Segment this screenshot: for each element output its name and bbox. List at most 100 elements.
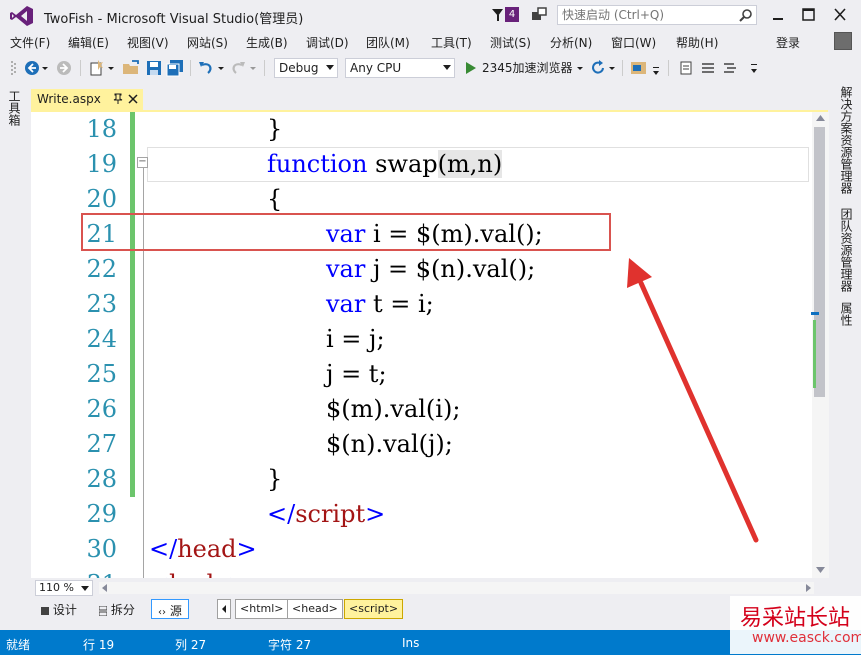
pin-icon[interactable] — [113, 93, 123, 105]
menu-team[interactable]: 团队(M) — [366, 34, 410, 51]
refresh-icon[interactable] — [590, 59, 606, 77]
run-target-dropdown-icon[interactable] — [577, 59, 583, 77]
menu-edit[interactable]: 编辑(E) — [68, 34, 109, 51]
redo-dropdown-icon[interactable] — [250, 59, 256, 77]
scroll-right-icon[interactable] — [805, 584, 812, 592]
open-file-icon[interactable] — [122, 59, 140, 77]
menu-debug[interactable]: 调试(D) — [306, 34, 349, 51]
visual-studio-logo-icon — [10, 6, 33, 26]
minimize-icon[interactable] — [766, 4, 790, 26]
line-number: 27 — [86, 430, 117, 458]
code-editor[interactable]: 18 19 20 21 22 23 24 25 26 27 28 29 30 3… — [31, 112, 812, 578]
redo-icon[interactable] — [230, 59, 246, 77]
line-number: 24 — [86, 325, 117, 353]
maximize-icon[interactable] — [796, 4, 820, 26]
line-number: 28 — [86, 465, 117, 493]
left-tool-window-strip — [0, 82, 29, 630]
properties-tab[interactable]: 属性 — [838, 302, 855, 326]
menu-website[interactable]: 网站(S) — [187, 34, 228, 51]
menu-file[interactable]: 文件(F) — [10, 34, 50, 51]
status-insert-mode: Ins — [402, 636, 420, 650]
notification-count-badge[interactable]: 4 — [505, 7, 519, 22]
uncomment-icon[interactable] — [722, 59, 738, 77]
line-number: 22 — [86, 255, 117, 283]
login-link[interactable]: 登录 — [776, 34, 800, 51]
code-bracket: </ — [149, 535, 178, 563]
back-icon[interactable] — [24, 59, 40, 77]
comment-icon[interactable] — [700, 59, 716, 77]
solution-explorer-tab[interactable]: 解决方案资源管理器 — [838, 86, 855, 194]
scroll-up-icon[interactable] — [816, 114, 825, 122]
undo-dropdown-icon[interactable] — [218, 59, 224, 77]
forward-icon[interactable] — [56, 59, 72, 77]
scroll-down-icon[interactable] — [816, 566, 825, 574]
code-bracket: < — [149, 570, 169, 578]
code-line-27: $(n).val(j); — [147, 427, 453, 462]
split-icon — [98, 605, 108, 616]
source-view-button[interactable]: ‹› 源 — [151, 599, 189, 619]
quick-launch-input[interactable] — [562, 8, 732, 22]
configuration-select[interactable]: Debug — [274, 58, 338, 78]
saved-changes-bar — [130, 112, 135, 497]
start-debugging-icon[interactable] — [464, 59, 478, 77]
toolbar-grip-icon[interactable] — [10, 59, 18, 77]
menu-analyze[interactable]: 分析(N) — [550, 34, 592, 51]
status-ready: 就绪 — [6, 638, 31, 652]
back-dropdown-icon[interactable] — [42, 59, 48, 77]
refresh-dropdown-icon[interactable] — [609, 59, 615, 77]
code-token: j = $(n).val(); — [365, 255, 536, 283]
scroll-left-icon[interactable] — [101, 584, 108, 592]
toolbar-separator — [264, 60, 265, 76]
menu-view[interactable]: 视图(V) — [127, 34, 169, 51]
save-icon[interactable] — [146, 59, 162, 77]
avatar[interactable] — [834, 32, 852, 50]
zoom-row: 110 % — [31, 578, 828, 596]
save-all-icon[interactable] — [166, 59, 184, 77]
breadcrumb-head[interactable]: <head> — [287, 599, 343, 619]
code-line-24: i = j; — [147, 322, 385, 357]
document-outline-icon[interactable] — [678, 59, 694, 77]
menu-window[interactable]: 窗口(W) — [611, 34, 656, 51]
feedback-icon[interactable] — [530, 6, 548, 24]
design-view-label: 设计 — [52, 603, 77, 617]
breadcrumb-script[interactable]: <script> — [344, 599, 404, 619]
code-line-20: { — [147, 182, 282, 217]
zoom-select[interactable]: 110 % — [35, 580, 93, 596]
document-tab-write-aspx[interactable]: Write.aspx — [31, 89, 143, 110]
scrollbar-caret-marker — [811, 312, 819, 315]
menu-tools[interactable]: 工具(T) — [431, 34, 472, 51]
team-explorer-tab[interactable]: 团队资源管理器 — [838, 208, 855, 292]
watermark-url: www.easck.com — [752, 630, 861, 646]
menu-help[interactable]: 帮助(H) — [676, 34, 718, 51]
platform-select[interactable]: Any CPU — [345, 58, 455, 78]
undo-icon[interactable] — [198, 59, 214, 77]
browser-link-icon[interactable] — [630, 59, 648, 77]
close-icon[interactable] — [127, 93, 139, 105]
split-view-button[interactable]: 拆分 — [93, 599, 141, 619]
new-project-dropdown-icon[interactable] — [108, 59, 114, 77]
breadcrumb-html[interactable]: <html> — [235, 599, 289, 619]
toolbox-tab[interactable]: 工具箱 — [7, 90, 23, 126]
annotation-highlight-box — [81, 213, 611, 251]
code-line-19: function swap(m,n) — [147, 147, 503, 182]
status-column: 列 27 — [175, 638, 207, 652]
toolbar-overflow-icon[interactable] — [652, 59, 660, 77]
code-line-26: $(m).val(i); — [147, 392, 460, 427]
design-view-button[interactable]: 设计 — [35, 599, 83, 619]
new-project-icon[interactable] — [88, 59, 104, 77]
line-number: 30 — [86, 535, 117, 563]
code-token: j = t; — [326, 360, 387, 388]
menu-test[interactable]: 测试(S) — [490, 34, 531, 51]
breadcrumb-back-button[interactable] — [217, 599, 231, 619]
view-bar: 设计 拆分 ‹› 源 <html> <head> <script> — [31, 596, 828, 622]
code-token: { — [267, 185, 283, 213]
code-tag: body — [169, 570, 228, 578]
horizontal-scrollbar[interactable] — [99, 582, 814, 594]
menu-build[interactable]: 生成(B) — [246, 34, 288, 51]
quick-launch-box[interactable] — [557, 5, 757, 25]
run-target-button[interactable]: 2345加速浏览器 — [482, 59, 573, 76]
toolbar-customize-icon[interactable] — [750, 59, 758, 77]
close-window-icon[interactable] — [828, 4, 852, 26]
code-token: t = i; — [365, 290, 434, 318]
search-icon[interactable] — [739, 8, 753, 22]
